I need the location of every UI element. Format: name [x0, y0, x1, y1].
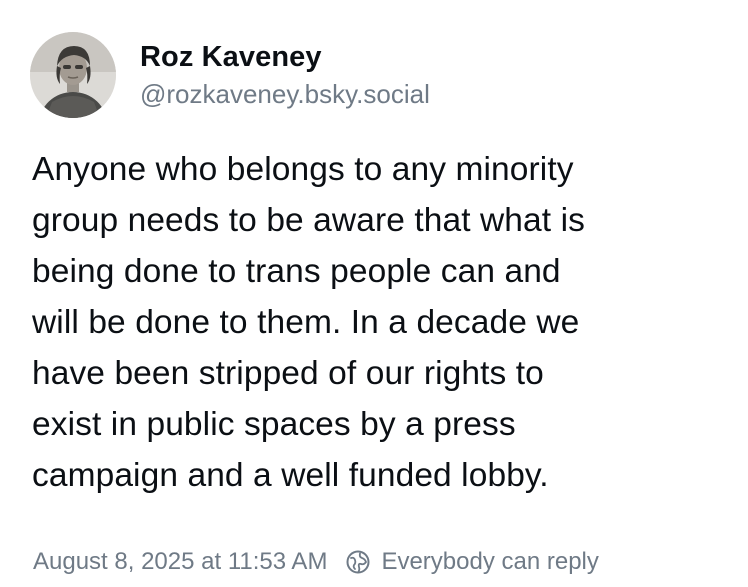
- avatar-photo: [30, 32, 116, 118]
- reply-setting[interactable]: Everybody can reply: [345, 546, 599, 578]
- post-meta: August 8, 2025 at 11:53 AM Everybody can…: [33, 546, 599, 578]
- author-display-name[interactable]: Roz Kaveney: [140, 39, 430, 75]
- post-text: Anyone who belongs to any minority group…: [32, 151, 585, 494]
- author-handle[interactable]: @rozkaveney.bsky.social: [140, 77, 430, 111]
- post-timestamp: August 8, 2025 at 11:53 AM: [33, 548, 328, 575]
- reply-setting-label: Everybody can reply: [381, 548, 599, 575]
- author-names: Roz Kaveney @rozkaveney.bsky.social: [140, 39, 430, 111]
- post-card: Roz Kaveney @rozkaveney.bsky.social Anyo…: [0, 0, 748, 587]
- avatar[interactable]: [30, 32, 116, 118]
- post-header: Roz Kaveney @rozkaveney.bsky.social: [30, 30, 430, 120]
- globe-icon: [345, 549, 371, 575]
